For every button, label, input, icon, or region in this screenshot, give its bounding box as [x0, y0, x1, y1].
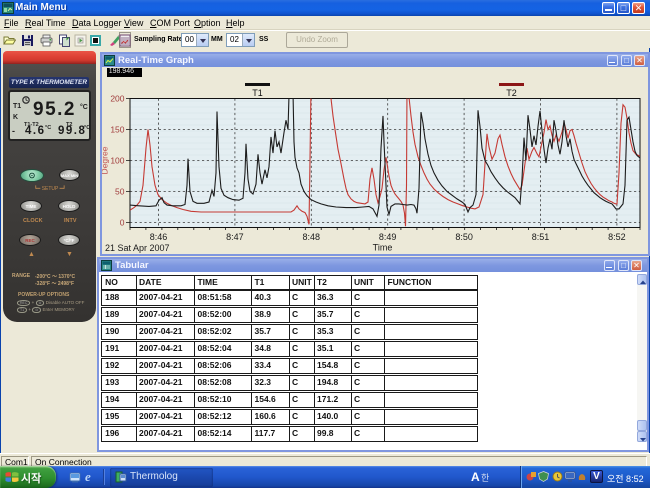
svg-text:150: 150 [110, 125, 124, 135]
svg-text:8:50: 8:50 [455, 232, 473, 242]
svg-text:Degree: Degree [102, 146, 110, 174]
svg-text:8:47: 8:47 [226, 232, 244, 242]
svg-text:8:52: 8:52 [608, 232, 626, 242]
svg-text:8:46: 8:46 [150, 232, 168, 242]
svg-text:21 Sat Apr 2007: 21 Sat Apr 2007 [105, 243, 170, 253]
svg-text:8:48: 8:48 [303, 232, 321, 242]
svg-text:100: 100 [110, 156, 124, 166]
svg-text:8:51: 8:51 [532, 232, 550, 242]
svg-text:0: 0 [120, 218, 125, 228]
svg-text:8:49: 8:49 [379, 232, 397, 242]
svg-text:Time: Time [373, 243, 393, 253]
svg-text:200: 200 [110, 94, 124, 104]
svg-text:50: 50 [115, 187, 125, 197]
